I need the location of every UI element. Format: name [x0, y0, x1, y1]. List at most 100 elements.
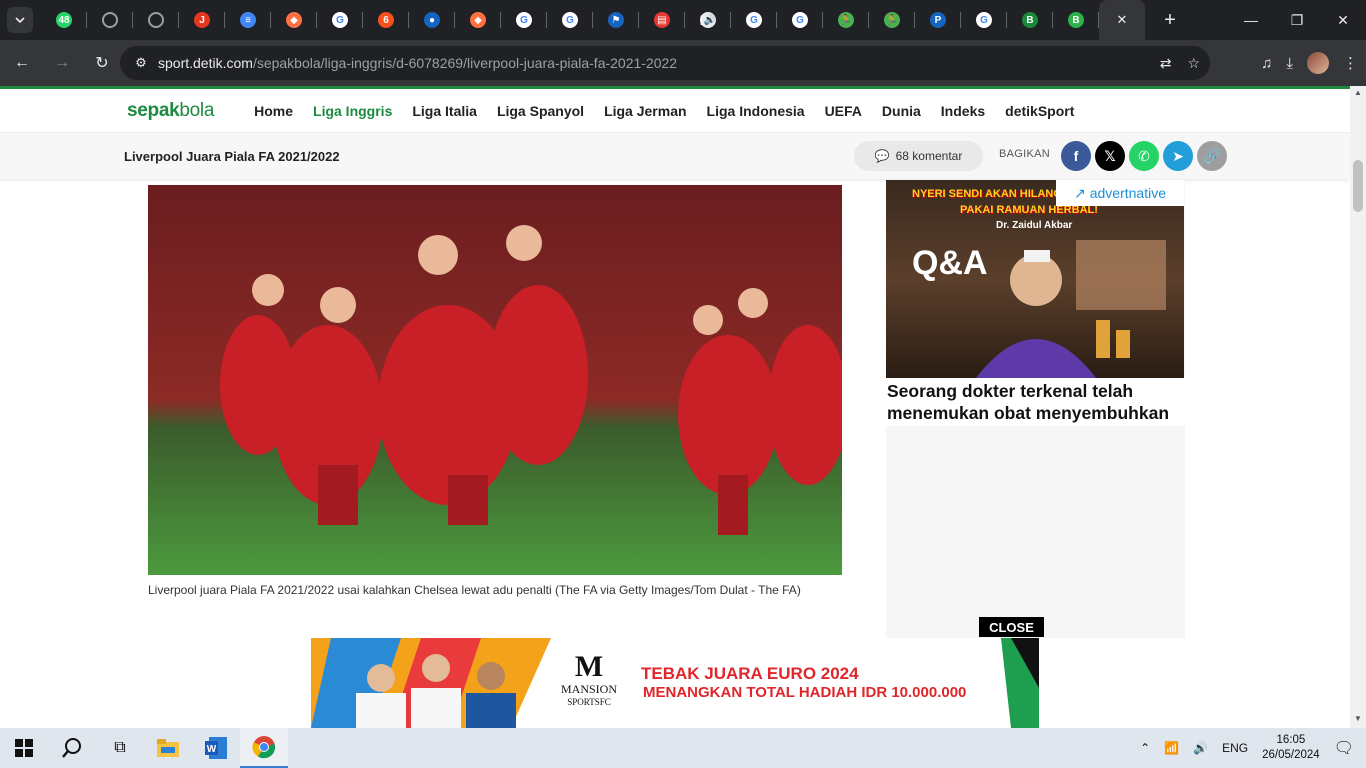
nav-link-liga-jerman[interactable]: Liga Jerman [604, 103, 686, 119]
chrome-icon [252, 736, 276, 759]
profile-avatar[interactable] [1307, 52, 1329, 74]
scroll-up-arrow[interactable]: ▲ [1354, 88, 1362, 97]
browser-tab[interactable]: ◆ [455, 0, 501, 40]
chrome-button[interactable] [240, 728, 288, 768]
browser-tab[interactable]: P [915, 0, 961, 40]
browser-tab[interactable]: G [777, 0, 823, 40]
close-window-button[interactable]: ✕ [1320, 0, 1366, 40]
ad-close-button[interactable]: CLOSE [979, 617, 1044, 637]
banner-line-1: TEBAK JUARA EURO 2024 [641, 664, 859, 683]
nav-link-liga-spanyol[interactable]: Liga Spanyol [497, 103, 584, 119]
browser-tab[interactable] [87, 0, 133, 40]
search-button[interactable] [48, 728, 96, 768]
celebration-photo [148, 185, 842, 575]
globe-icon [148, 12, 164, 28]
new-tab-button[interactable]: + [1155, 5, 1185, 35]
x-share-button[interactable]: 𝕏 [1095, 141, 1125, 171]
svg-text:W: W [207, 744, 217, 755]
browser-tab[interactable] [133, 0, 179, 40]
browser-tab[interactable]: ⚑ [593, 0, 639, 40]
browser-tab[interactable]: B [1053, 0, 1099, 40]
download-icon[interactable]: ⤓ [1286, 55, 1293, 72]
nav-link-home[interactable]: Home [254, 103, 293, 119]
start-button[interactable] [0, 728, 48, 768]
volume-icon[interactable]: 🔊 [1193, 741, 1208, 755]
page-scrollbar[interactable]: ▲ ▼ [1350, 86, 1366, 728]
browser-tab[interactable]: 🏃 [869, 0, 915, 40]
browser-tab[interactable]: ≡ [225, 0, 271, 40]
reload-button[interactable]: ↻ [84, 45, 120, 81]
menu-kebab-icon[interactable]: ⋮ [1343, 54, 1358, 72]
google-icon: G [976, 12, 992, 28]
nav-link-liga-italia[interactable]: Liga Italia [412, 103, 477, 119]
b-icon: B [1068, 12, 1084, 28]
close-tab-icon[interactable]: ✕ [1117, 12, 1128, 28]
browser-tab[interactable]: G [731, 0, 777, 40]
sidebar-ad[interactable]: NYERI SENDI AKAN HILANG PAKAI RAMUAN HER… [886, 180, 1185, 638]
task-view-button[interactable]: ⧉ [96, 728, 144, 768]
active-tab[interactable]: ✕ [1099, 0, 1145, 40]
nav-link-indeks[interactable]: Indeks [941, 103, 985, 119]
address-bar[interactable]: ⚙ sport.detik.com/sepakbola/liga-inggris… [120, 46, 1210, 80]
comments-button[interactable]: 💬 68 komentar [854, 141, 983, 171]
whatsapp-share-button[interactable]: ✆ [1129, 141, 1159, 171]
nav-link-detiksport[interactable]: detikSport [1005, 103, 1074, 119]
ad-text[interactable]: Seorang dokter terkenal telah menemukan … [886, 378, 1185, 426]
browser-tab[interactable]: 48 [41, 0, 87, 40]
nav-links: Home Liga Inggris Liga Italia Liga Spanyol L… [254, 103, 1074, 119]
file-explorer-button[interactable] [144, 728, 192, 768]
mansion-m-icon: M [574, 650, 604, 683]
forward-button[interactable]: → [44, 45, 80, 81]
restore-button[interactable]: ❐ [1274, 0, 1320, 40]
word-icon: W [205, 737, 227, 759]
nav-link-liga-inggris[interactable]: Liga Inggris [313, 103, 392, 119]
minimize-button[interactable]: — [1228, 0, 1274, 40]
nav-link-dunia[interactable]: Dunia [882, 103, 921, 119]
translate-icon[interactable]: ⇄ [1160, 55, 1172, 72]
word-button[interactable]: W [192, 728, 240, 768]
media-control-icon[interactable]: ♫ [1261, 55, 1272, 72]
comment-icon: 💬 [874, 149, 890, 163]
windows-logo-icon [15, 739, 33, 757]
docs-icon: ≡ [240, 12, 256, 28]
scroll-down-arrow[interactable]: ▼ [1354, 714, 1362, 723]
facebook-share-button[interactable]: f [1061, 141, 1091, 171]
telegram-share-button[interactable]: ➤ [1163, 141, 1193, 171]
browser-tab[interactable]: ◆ [271, 0, 317, 40]
banner-line-2: MENANGKAN TOTAL HADIAH IDR 10.000.000 [643, 684, 967, 701]
site-logo[interactable]: sepakbola [127, 100, 214, 122]
browser-tab[interactable]: G [961, 0, 1007, 40]
chevron-up-icon[interactable]: ⌃ [1140, 741, 1150, 755]
browser-tab[interactable]: J [179, 0, 225, 40]
language-indicator[interactable]: ENG [1222, 741, 1248, 755]
browser-tab[interactable]: ● [409, 0, 455, 40]
notification-icon[interactable]: 🗨 [1334, 738, 1354, 758]
flag-icon: ⚑ [608, 12, 624, 28]
google-icon: G [792, 12, 808, 28]
copy-link-button[interactable]: 🔗 [1197, 141, 1227, 171]
whatsapp-icon: 48 [56, 12, 72, 28]
nav-link-uefa[interactable]: UEFA [825, 103, 862, 119]
browser-tab[interactable]: 6 [363, 0, 409, 40]
site-info-icon[interactable]: ⚙ [126, 55, 156, 71]
browser-tab[interactable]: ▤ [639, 0, 685, 40]
back-button[interactable]: ← [4, 45, 40, 81]
browser-tab[interactable]: G [317, 0, 363, 40]
photo-caption: Liverpool juara Piala FA 2021/2022 usai … [148, 583, 801, 597]
wifi-icon[interactable]: 📶 [1164, 741, 1179, 755]
tab-search-button[interactable] [7, 7, 33, 33]
browser-tab[interactable]: G [547, 0, 593, 40]
main-nav: sepakbola Home Liga Inggris Liga Italia Lig… [0, 89, 1350, 133]
url-text[interactable]: sport.detik.com/sepakbola/liga-inggris/d… [158, 55, 677, 71]
banner-ad[interactable]: M MANSION SPORTSFC TEBAK JUARA EURO 2024… [311, 638, 1039, 728]
browser-tab[interactable]: 🏃 [823, 0, 869, 40]
bookmark-star-icon[interactable]: ☆ [1187, 55, 1200, 72]
ad-doctor-illustration [976, 240, 1166, 378]
ad-image[interactable]: NYERI SENDI AKAN HILANG PAKAI RAMUAN HER… [886, 180, 1184, 378]
browser-tab[interactable]: [🔊 [685, 0, 731, 40]
scroll-thumb[interactable] [1353, 160, 1363, 212]
nav-link-liga-indonesia[interactable]: Liga Indonesia [707, 103, 805, 119]
browser-tab[interactable]: G [501, 0, 547, 40]
clock[interactable]: 16:05 26/05/2024 [1262, 733, 1320, 763]
browser-tab[interactable]: B [1007, 0, 1053, 40]
